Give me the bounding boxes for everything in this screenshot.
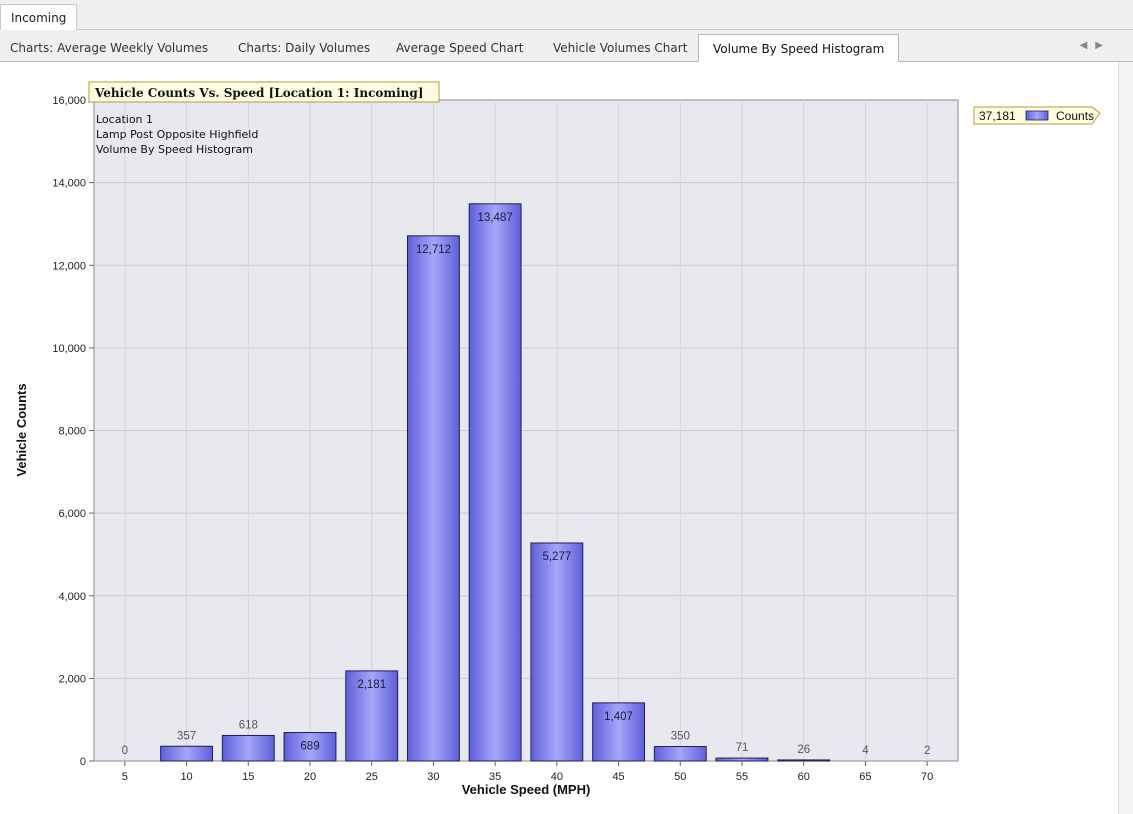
x-tick-label: 25 <box>366 771 378 783</box>
bar-10mph <box>160 745 213 762</box>
document-tabstrip: Incoming <box>0 0 1133 30</box>
x-tick-label: 20 <box>304 771 316 783</box>
data-label-15mph: 618 <box>239 719 258 731</box>
bar-60mph <box>777 759 831 762</box>
x-tick-label: 55 <box>736 771 748 783</box>
y-axis-title: Vehicle Counts <box>14 383 29 476</box>
bar-35mph <box>468 203 522 762</box>
y-tick-label: 8,000 <box>58 426 86 438</box>
bar-50mph <box>653 746 707 762</box>
tab-average-weekly-volumes[interactable]: Charts: Average Weekly Volumes <box>10 35 208 61</box>
x-tick-label: 60 <box>798 771 810 783</box>
y-tick-label: 16,000 <box>52 95 86 107</box>
tab-daily-volumes[interactable]: Charts: Daily Volumes <box>238 35 370 61</box>
x-tick-label: 50 <box>674 771 686 783</box>
y-tick-label: 4,000 <box>58 591 86 603</box>
data-label-5mph: 0 <box>122 745 128 757</box>
bar-15mph <box>221 734 275 762</box>
chart-title: Vehicle Counts Vs. Speed [Location 1: In… <box>94 86 423 100</box>
vertical-scrollbar[interactable] <box>1118 62 1133 814</box>
legend-total: 37,181 <box>979 109 1016 123</box>
data-label-20mph: 689 <box>300 741 319 753</box>
data-label-35mph: 13,487 <box>478 212 513 224</box>
y-tick-label: 14,000 <box>52 178 86 190</box>
data-label-60mph: 26 <box>797 744 810 756</box>
legend-swatch <box>1025 110 1049 121</box>
x-tick-label: 5 <box>122 771 128 783</box>
tab-volume-by-speed-histogram[interactable]: Volume By Speed Histogram <box>698 34 900 62</box>
data-label-25mph: 2,181 <box>357 679 386 691</box>
data-label-65mph: 4 <box>862 745 869 757</box>
annotation-line-2: Lamp Post Opposite Highfield <box>96 128 258 141</box>
y-axis-ticks: 0 2,000 4,000 6,000 8,000 10,000 12,000 14,000 1… <box>52 95 94 768</box>
y-tick-label: 10,000 <box>52 343 86 355</box>
tab-average-speed-chart[interactable]: Average Speed Chart <box>396 35 524 61</box>
scroll-right-icon[interactable]: ▶ <box>1095 40 1111 51</box>
x-axis-ticks: 5 10 15 20 25 30 35 40 45 50 55 60 65 70 <box>122 761 933 783</box>
x-tick-label: 70 <box>921 771 933 783</box>
tab-incoming[interactable]: Incoming <box>0 4 78 30</box>
bar-55mph <box>715 757 769 762</box>
view-tabstrip: Charts: Average Weekly Volumes Charts: D… <box>0 30 1133 62</box>
scroll-left-icon[interactable]: ◀ <box>1080 40 1096 51</box>
bar-30mph <box>407 235 460 762</box>
x-tick-label: 15 <box>242 771 254 783</box>
data-label-55mph: 71 <box>736 742 749 754</box>
data-label-30mph: 12,712 <box>416 244 451 256</box>
x-axis-title: Vehicle Speed (MPH) <box>462 782 591 797</box>
data-label-45mph: 1,407 <box>604 711 633 723</box>
data-label-70mph: 2 <box>924 745 930 757</box>
y-tick-label: 6,000 <box>58 508 86 520</box>
data-label-10mph: 357 <box>177 730 196 742</box>
x-tick-label: 45 <box>612 771 624 783</box>
tab-scroll-arrows[interactable]: ◀▶ <box>1080 40 1111 51</box>
data-label-40mph: 5,277 <box>542 551 571 563</box>
y-tick-label: 2,000 <box>58 673 86 685</box>
x-tick-label: 65 <box>859 771 871 783</box>
annotation-line-1: Location 1 <box>96 113 153 126</box>
y-tick-label: 0 <box>80 756 86 768</box>
annotation-line-3: Volume By Speed Histogram <box>96 143 253 156</box>
x-tick-label: 10 <box>180 771 192 783</box>
y-tick-label: 12,000 <box>52 260 86 272</box>
tab-vehicle-volumes-chart[interactable]: Vehicle Volumes Chart <box>553 35 687 61</box>
bar-40mph <box>530 542 584 762</box>
legend-entry: Counts <box>1056 109 1094 123</box>
x-tick-label: 30 <box>427 771 439 783</box>
data-label-50mph: 350 <box>671 731 690 743</box>
histogram-chart: 0 2,000 4,000 6,000 8,000 10,000 12,000 14,000 1… <box>14 81 1101 797</box>
